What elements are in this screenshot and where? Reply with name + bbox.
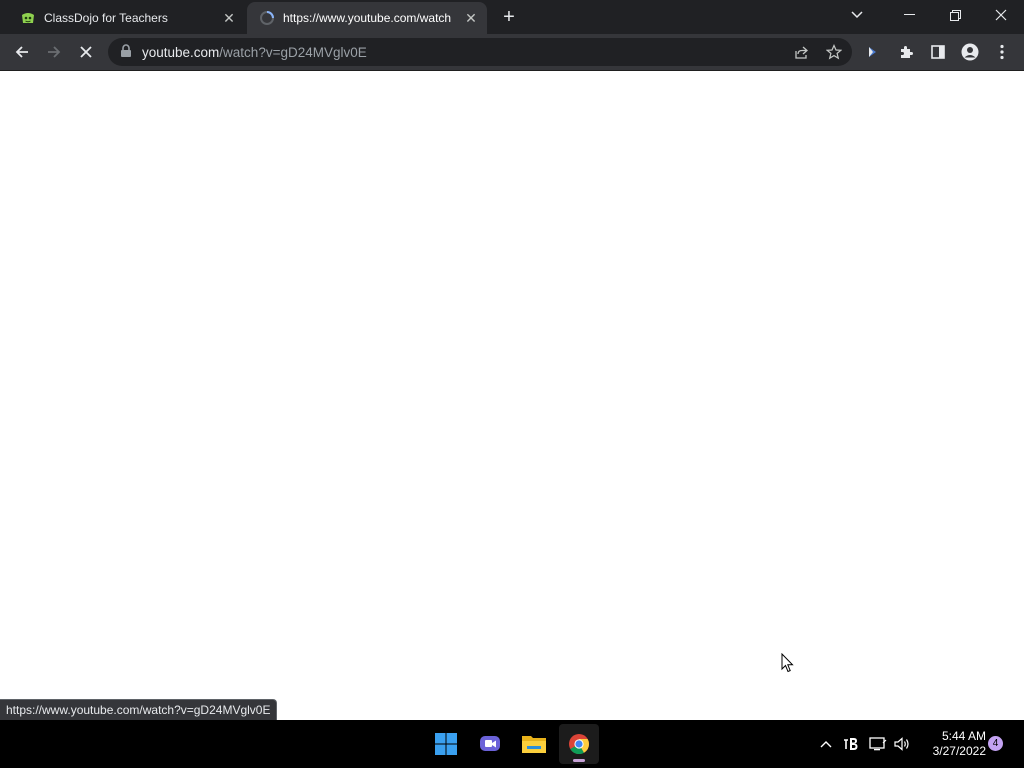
clock-time: 5:44 AM [941, 729, 986, 743]
classdojo-icon [20, 10, 36, 26]
system-clock[interactable]: 5:44 AM 3/27/2022 [920, 729, 986, 759]
tab-title: https://www.youtube.com/watch [283, 11, 452, 25]
tab-close-icon[interactable]: ✕ [461, 8, 481, 28]
tab-strip: ClassDojo for Teachers ✕ https://www.you… [0, 0, 1024, 34]
file-explorer-icon[interactable] [514, 724, 554, 764]
bluetooth-b-icon[interactable] [841, 732, 861, 756]
tab-close-icon[interactable]: ✕ [219, 8, 239, 28]
extensions-puzzle-icon[interactable] [892, 38, 920, 66]
tab-search-icon[interactable] [842, 0, 872, 30]
browser-toolbar: youtube.com/watch?v=gD24MVglv0E [0, 34, 1024, 71]
address-bar[interactable]: youtube.com/watch?v=gD24MVglv0E [108, 38, 852, 66]
lock-icon[interactable] [120, 44, 134, 60]
restore-icon[interactable] [932, 0, 978, 30]
menu-kebab-icon[interactable] [988, 38, 1016, 66]
share-icon[interactable] [791, 41, 813, 63]
taskbar: 5:44 AM 3/27/2022 [0, 720, 1024, 768]
teams-chat-icon[interactable] [470, 724, 510, 764]
close-window-icon[interactable] [978, 0, 1024, 30]
mouse-cursor-icon [781, 652, 794, 678]
extension-cursor-icon[interactable] [858, 38, 886, 66]
side-panel-icon[interactable] [924, 38, 952, 66]
new-tab-button[interactable]: + [499, 6, 519, 28]
status-url-bubble: https://www.youtube.com/watch?v=gD24MVgl… [0, 699, 278, 720]
volume-icon[interactable] [892, 732, 912, 756]
url-path: /watch?v=gD24MVglv0E [219, 45, 367, 60]
minimize-icon[interactable] [886, 0, 932, 30]
window-controls [842, 0, 1024, 30]
stop-loading-button[interactable] [72, 38, 100, 66]
active-app-indicator [573, 759, 585, 762]
bookmark-star-icon[interactable] [823, 41, 845, 63]
notification-count-badge[interactable]: 4 [988, 736, 1003, 751]
show-hidden-icons-chevron-icon[interactable] [816, 732, 836, 756]
forward-button[interactable] [40, 38, 68, 66]
tab-classdojo[interactable]: ClassDojo for Teachers ✕ [8, 2, 245, 34]
page-content [0, 71, 1024, 720]
url-text[interactable]: youtube.com/watch?v=gD24MVglv0E [142, 45, 367, 60]
network-icon[interactable] [868, 732, 888, 756]
chrome-icon[interactable] [559, 724, 599, 764]
url-host: youtube.com [142, 45, 220, 60]
profile-avatar-icon[interactable] [956, 38, 984, 66]
tab-title: ClassDojo for Teachers [44, 11, 168, 25]
loading-spinner-icon [259, 10, 275, 26]
start-windows-icon[interactable] [426, 724, 466, 764]
back-button[interactable] [8, 38, 36, 66]
clock-date: 3/27/2022 [932, 744, 986, 758]
tab-youtube[interactable]: https://www.youtube.com/watch ✕ [247, 2, 487, 34]
